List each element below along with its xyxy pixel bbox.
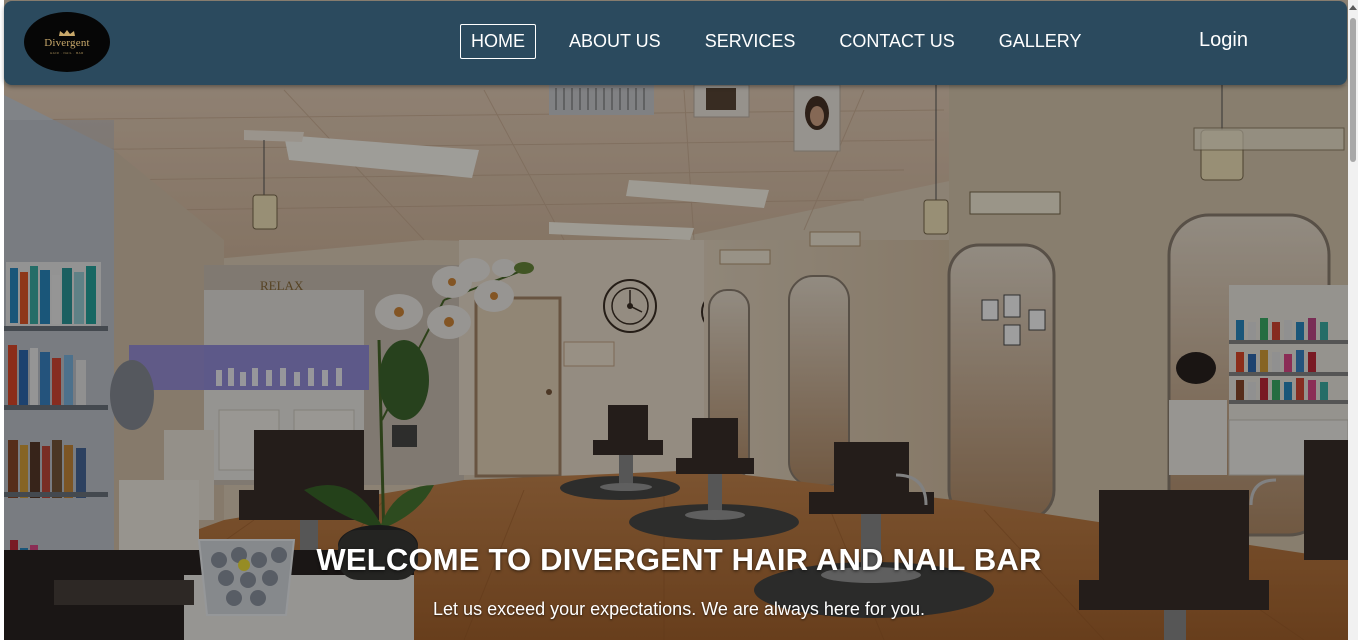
- hero-subtitle: Let us exceed your expectations. We are …: [433, 599, 925, 619]
- logo-text: Divergent: [44, 36, 90, 49]
- login-link[interactable]: Login: [1199, 29, 1248, 52]
- navbar: Divergent HAIR · NAIL · BAR HOME ABOUT U…: [4, 1, 1347, 85]
- crown-icon: [59, 29, 75, 36]
- brand-logo[interactable]: Divergent HAIR · NAIL · BAR: [24, 12, 110, 72]
- nav-gallery-link[interactable]: GALLERY: [988, 24, 1093, 59]
- nav-services-link[interactable]: SERVICES: [694, 24, 807, 59]
- nav-home-link[interactable]: HOME: [460, 23, 536, 59]
- nav-about-link[interactable]: ABOUT US: [558, 24, 672, 59]
- hero-title: WELCOME TO DIVERGENT HAIR AND NAIL BAR: [316, 542, 1042, 577]
- logo-tagline: HAIR · NAIL · BAR: [50, 50, 84, 55]
- nav-contact-link[interactable]: CONTACT US: [828, 24, 965, 59]
- scroll-up-arrow-icon[interactable]: [1348, 0, 1358, 14]
- scrollbar-thumb[interactable]: [1350, 18, 1356, 162]
- nav-menu: HOME ABOUT US SERVICES CONTACT US GALLER…: [460, 23, 1114, 59]
- relax-sign: RELAX: [260, 278, 304, 293]
- vertical-scrollbar[interactable]: [1348, 0, 1358, 640]
- page: RELAX Divergent HAIR · NAIL · BAR HOME A…: [0, 0, 1358, 640]
